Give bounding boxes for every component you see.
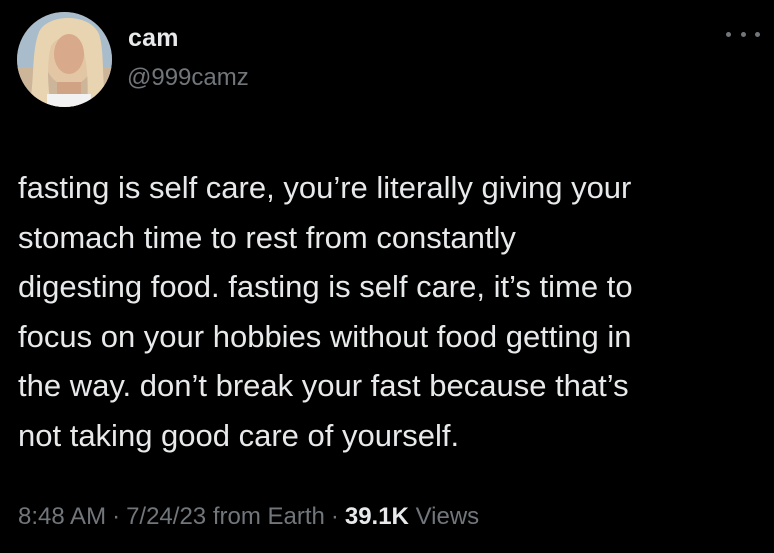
tweet-metadata: 8:48 AM · 7/24/23 from Earth · 39.1K Views	[18, 503, 479, 531]
avatar[interactable]	[17, 12, 112, 107]
avatar-photo	[17, 12, 112, 107]
views-label: Views	[415, 503, 480, 530]
dot	[755, 31, 760, 37]
separator-dot: ·	[330, 503, 339, 530]
tweet-text: fasting is self care, you’re literally g…	[18, 170, 633, 453]
tweet-card: cam @999camz fasting is self care, you’r…	[0, 0, 774, 553]
tweet-date[interactable]: 7/24/23	[126, 503, 206, 530]
separator-dot: ·	[112, 503, 121, 530]
dot	[740, 31, 746, 37]
tweet-source: from Earth	[212, 503, 325, 530]
author-handle[interactable]: @999camz	[127, 64, 249, 92]
author-display-name[interactable]: cam	[128, 24, 179, 53]
more-dots-icon[interactable]	[726, 24, 760, 44]
dot	[726, 31, 731, 37]
views-count[interactable]: 39.1K	[345, 503, 409, 530]
tweet-time[interactable]: 8:48 AM	[18, 503, 106, 530]
